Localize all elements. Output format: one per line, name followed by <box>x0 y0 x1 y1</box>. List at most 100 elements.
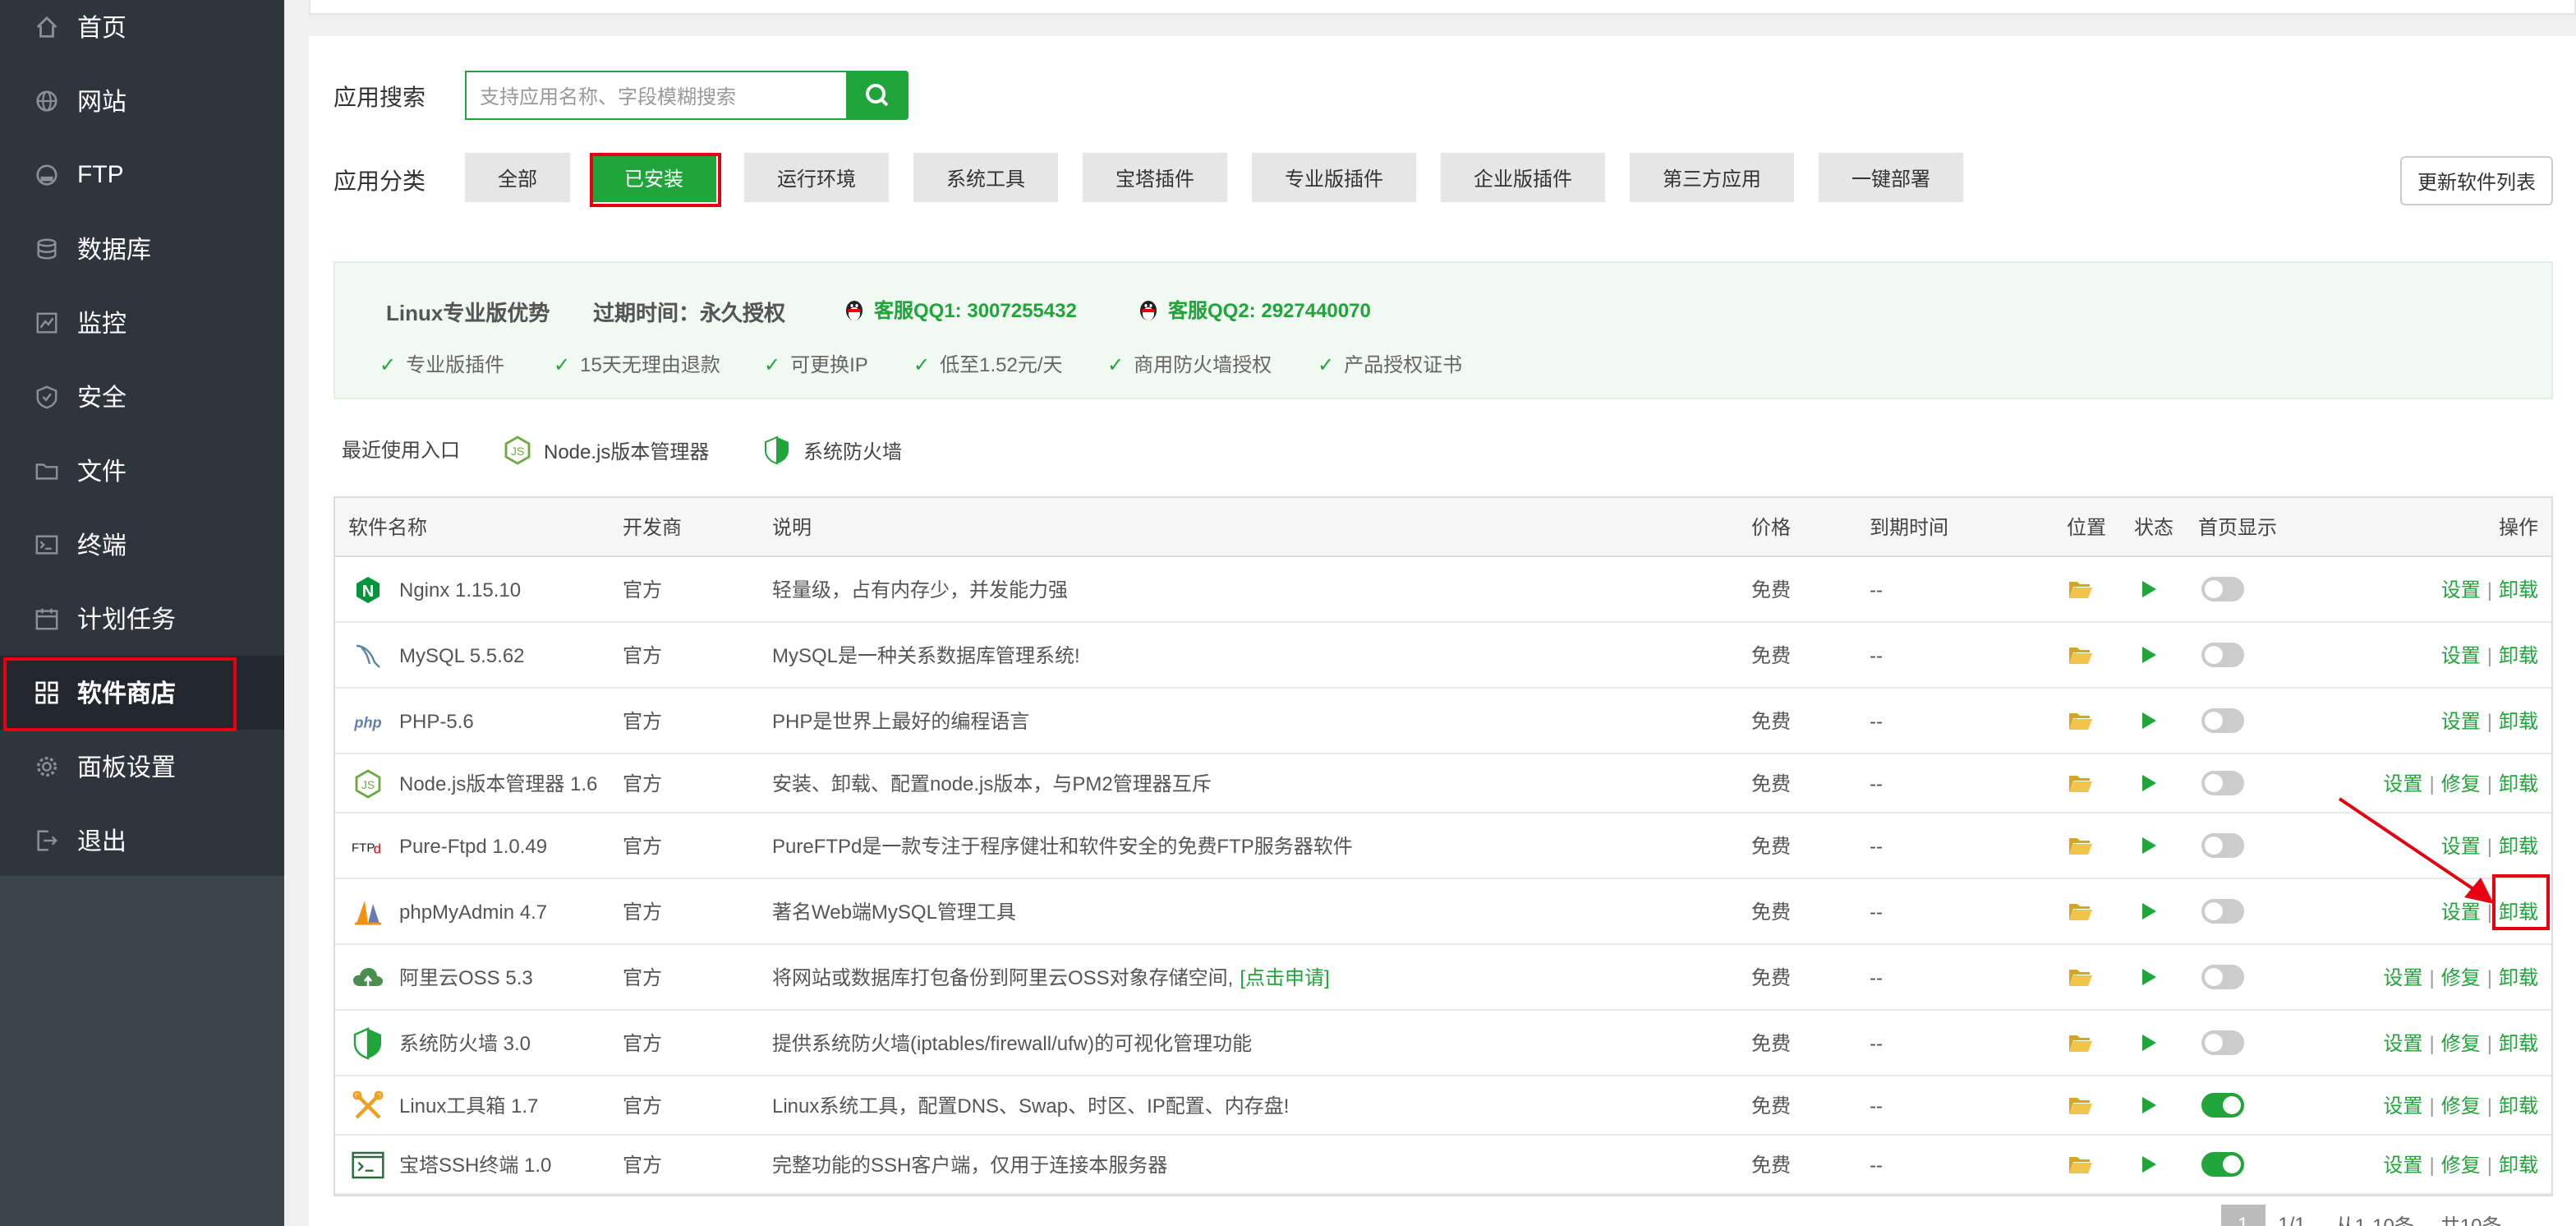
operation-link[interactable]: 修复 <box>2441 963 2481 991</box>
homepage-toggle[interactable] <box>2201 879 2244 943</box>
sidebar-item[interactable]: 安全 <box>0 360 284 434</box>
separator: | <box>2429 1094 2435 1117</box>
search-input[interactable]: 支持应用名称、字段模糊搜索 <box>465 71 846 120</box>
operation-link[interactable]: 设置 <box>2383 963 2422 991</box>
sidebar-item[interactable]: 面板设置 <box>0 730 284 804</box>
homepage-toggle[interactable] <box>2201 1011 2244 1075</box>
play-icon[interactable] <box>2141 1076 2157 1134</box>
category-tab[interactable]: 专业版插件 <box>1252 153 1416 202</box>
play-icon[interactable] <box>2141 879 2157 943</box>
homepage-toggle[interactable] <box>2201 689 2244 753</box>
operation-link[interactable]: 卸载 <box>2499 1150 2538 1178</box>
toggle-switch[interactable] <box>2201 1152 2244 1177</box>
check-icon: ✓ <box>764 353 781 376</box>
sidebar-item[interactable]: FTP <box>0 138 284 212</box>
toggle-switch[interactable] <box>2201 1093 2244 1118</box>
homepage-toggle[interactable] <box>2201 1136 2244 1193</box>
category-tab[interactable]: 第三方应用 <box>1630 153 1794 202</box>
sidebar-item-label: 终端 <box>77 532 127 560</box>
toggle-switch[interactable] <box>2201 771 2244 795</box>
folder-icon[interactable] <box>2068 1136 2093 1193</box>
description-text: 安装、卸载、配置node.js版本，与PM2管理器互斥 <box>772 772 1212 795</box>
toggle-switch[interactable] <box>2201 899 2244 924</box>
operation-link[interactable]: 设置 <box>2383 1091 2422 1119</box>
play-icon[interactable] <box>2141 754 2157 812</box>
description-text: PureFTPd是一款专注于程序健壮和软件安全的免费FTP服务器软件 <box>772 835 1353 858</box>
category-tab[interactable]: 一键部署 <box>1819 153 1963 202</box>
operation-link[interactable]: 修复 <box>2441 1091 2481 1119</box>
operation-link[interactable]: 设置 <box>2441 707 2481 735</box>
sidebar-item[interactable]: 文件 <box>0 434 284 508</box>
sidebar-item[interactable]: 监控 <box>0 286 284 360</box>
folder-icon[interactable] <box>2068 754 2093 812</box>
play-icon[interactable] <box>2141 689 2157 753</box>
description-cell: 提供系统防火墙(iptables/firewall/ufw)的可视化管理功能 <box>772 1011 1252 1075</box>
category-tab[interactable]: 已安装 <box>591 153 716 202</box>
table-row: MySQL 5.5.62 官方 MySQL是一种关系数据库管理系统! 免费 -- 设置 | 卸… <box>335 623 2551 689</box>
folder-icon[interactable] <box>2068 813 2093 878</box>
category-tab[interactable]: 运行环境 <box>744 153 889 202</box>
category-tab[interactable]: 全部 <box>465 153 570 202</box>
homepage-toggle[interactable] <box>2201 754 2244 812</box>
folder-icon[interactable] <box>2068 879 2093 943</box>
operation-link[interactable]: 设置 <box>2383 1150 2422 1178</box>
operation-link[interactable]: 修复 <box>2441 1029 2481 1057</box>
sidebar-item[interactable]: 退出 <box>0 804 284 878</box>
qq1-link[interactable]: 客服QQ1: 3007255432 <box>841 296 1077 324</box>
sidebar-item[interactable]: 首页 <box>0 0 284 64</box>
play-icon[interactable] <box>2141 1136 2157 1193</box>
apply-link[interactable]: [点击申请] <box>1240 963 1329 991</box>
play-icon[interactable] <box>2141 557 2157 621</box>
recent-item-nodejs[interactable]: JS Node.js版本管理器 <box>503 436 709 465</box>
folder-icon[interactable] <box>2068 1076 2093 1134</box>
recent-item-firewall[interactable]: 系统防火墙 <box>764 436 902 465</box>
operation-link[interactable]: 卸载 <box>2499 1029 2538 1057</box>
toggle-switch[interactable] <box>2201 833 2244 858</box>
play-icon[interactable] <box>2141 945 2157 1009</box>
sidebar-item[interactable]: 数据库 <box>0 212 284 286</box>
toggle-switch[interactable] <box>2201 965 2244 989</box>
toggle-switch[interactable] <box>2201 577 2244 601</box>
pager-current[interactable]: 1 <box>2221 1205 2266 1226</box>
operation-link[interactable]: 卸载 <box>2499 963 2538 991</box>
homepage-toggle[interactable] <box>2201 1076 2244 1134</box>
folder-icon[interactable] <box>2068 689 2093 753</box>
operation-link[interactable]: 修复 <box>2441 1150 2481 1178</box>
operation-link[interactable]: 设置 <box>2383 1029 2422 1057</box>
homepage-toggle[interactable] <box>2201 623 2244 687</box>
folder-icon[interactable] <box>2068 557 2093 621</box>
sidebar-item[interactable]: 网站 <box>0 64 284 138</box>
toggle-switch[interactable] <box>2201 708 2244 733</box>
homepage-toggle[interactable] <box>2201 813 2244 878</box>
play-icon[interactable] <box>2141 1011 2157 1075</box>
logout-icon <box>33 827 59 854</box>
folder-icon[interactable] <box>2068 945 2093 1009</box>
toggle-switch[interactable] <box>2201 643 2244 667</box>
search-placeholder: 支持应用名称、字段模糊搜索 <box>480 85 737 108</box>
folder-icon[interactable] <box>2068 1011 2093 1075</box>
homepage-toggle[interactable] <box>2201 945 2244 1009</box>
sidebar-item[interactable]: 计划任务 <box>0 582 284 656</box>
play-icon[interactable] <box>2141 623 2157 687</box>
operation-link[interactable]: 设置 <box>2441 575 2481 603</box>
homepage-toggle[interactable] <box>2201 557 2244 621</box>
description-text: PHP是世界上最好的编程语言 <box>772 710 1030 733</box>
sidebar-item[interactable]: 终端 <box>0 508 284 582</box>
update-list-button[interactable]: 更新软件列表 <box>2400 156 2553 205</box>
sidebar-item[interactable]: 软件商店 <box>0 656 284 730</box>
operation-link[interactable]: 设置 <box>2441 641 2481 669</box>
folder-icon[interactable] <box>2068 623 2093 687</box>
search-button[interactable] <box>846 71 908 120</box>
qq2-link[interactable]: 客服QQ2: 2927440070 <box>1135 296 1371 324</box>
operation-link[interactable]: 卸载 <box>2499 575 2538 603</box>
description-text: MySQL是一种关系数据库管理系统! <box>772 644 1080 667</box>
toggle-switch[interactable] <box>2201 1030 2244 1055</box>
operation-link[interactable]: 卸载 <box>2499 707 2538 735</box>
category-tab[interactable]: 宝塔插件 <box>1083 153 1227 202</box>
software-name: PHP-5.6 <box>399 709 474 732</box>
play-icon[interactable] <box>2141 813 2157 878</box>
operation-link[interactable]: 卸载 <box>2499 641 2538 669</box>
category-tab[interactable]: 系统工具 <box>913 153 1058 202</box>
operation-link[interactable]: 卸载 <box>2499 1091 2538 1119</box>
category-tab[interactable]: 企业版插件 <box>1441 153 1605 202</box>
